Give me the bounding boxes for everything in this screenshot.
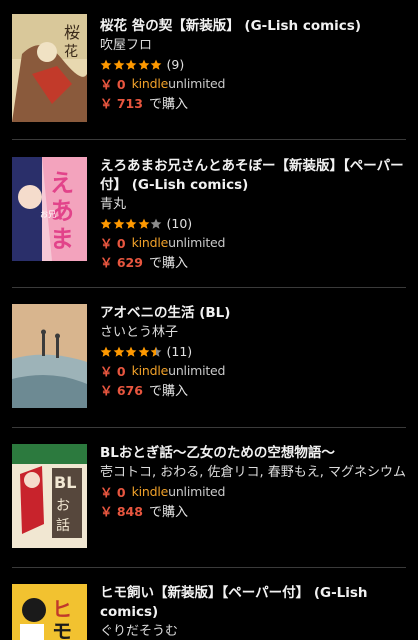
star-rating — [100, 346, 163, 358]
buy-price: ￥ 629 — [100, 255, 143, 270]
svg-text:BL: BL — [54, 473, 76, 492]
book-cover[interactable]: え あ ま お兄 — [12, 157, 87, 261]
svg-text:花: 花 — [64, 44, 78, 60]
book-author[interactable]: 壱コトコ, おわる, 佐倉リコ, 春野もえ, マグネシウム — [100, 463, 408, 482]
kindle-unlimited-logo: kindleunlimited — [132, 76, 226, 91]
ku-logo-unlimited: unlimited — [168, 484, 226, 499]
rating[interactable]: (11) — [100, 342, 408, 361]
book-list: 桜 花 桜花 咎の契【新装版】 (G-Lish comics) 吹屋フロ (9)… — [0, 0, 418, 640]
ku-logo-unlimited: unlimited — [168, 363, 226, 378]
star-icon — [113, 59, 124, 70]
star-icon — [138, 346, 149, 357]
ku-logo-kindle: kindle — [131, 363, 169, 378]
book-author[interactable]: 青丸 — [100, 195, 408, 214]
book-cover[interactable]: ヒ モ — [12, 584, 87, 640]
buy-label: で購入 — [148, 256, 188, 271]
svg-text:桜: 桜 — [64, 23, 80, 42]
star-icon — [138, 218, 149, 229]
list-item[interactable]: 桜 花 桜花 咎の契【新装版】 (G-Lish comics) 吹屋フロ (9)… — [0, 0, 418, 140]
kindle-unlimited-row[interactable]: ￥ 0 kindleunlimited — [100, 74, 408, 93]
kindle-unlimited-logo: kindleunlimited — [132, 363, 226, 378]
buy-label: で購入 — [148, 384, 188, 399]
star-icon — [125, 59, 137, 70]
star-icon — [113, 218, 124, 229]
buy-row[interactable]: ￥ 713 で購入 — [100, 93, 408, 112]
buy-row[interactable]: ￥ 629 で購入 — [100, 252, 408, 271]
book-cover[interactable]: 桜 花 — [12, 14, 87, 122]
book-title[interactable]: 桜花 咎の契【新装版】 (G-Lish comics) — [100, 17, 408, 36]
kindle-unlimited-row[interactable]: ￥ 0 kindleunlimited — [100, 233, 408, 252]
kindle-unlimited-row[interactable]: ￥ 0 kindleunlimited — [100, 482, 408, 501]
book-info: ヒモ飼い【新装版】【ペーパー付】 (G-Lish comics) ぐりだそうむ — [100, 584, 408, 640]
ku-price: ￥ 0 — [100, 236, 126, 251]
star-rating — [100, 218, 163, 230]
book-author[interactable]: ぐりだそうむ — [100, 622, 408, 640]
star-icon — [138, 59, 149, 70]
buy-row[interactable]: ￥ 848 で購入 — [100, 501, 408, 520]
list-item[interactable]: ヒ モ ヒモ飼い【新装版】【ペーパー付】 (G-Lish comics) ぐりだ… — [0, 568, 418, 640]
ku-price: ￥ 0 — [100, 77, 126, 92]
star-icon — [113, 346, 124, 357]
star-icon — [100, 59, 112, 70]
book-cover[interactable]: BL お 話 — [12, 444, 87, 548]
star-icon — [150, 59, 162, 70]
star-icon — [125, 346, 137, 357]
kindle-unlimited-row[interactable]: ￥ 0 kindleunlimited — [100, 361, 408, 380]
rating[interactable]: (10) — [100, 214, 408, 233]
star-icon — [125, 218, 137, 229]
book-info: BLおとぎ話～乙女のための空想物語～ 壱コトコ, おわる, 佐倉リコ, 春野もえ… — [100, 444, 408, 520]
book-info: アオベニの生活 (BL) さいとう林子 (11) ￥ 0 kindleunlim… — [100, 304, 408, 399]
book-info: えろあまお兄さんとあそぼー【新装版】【ペーパー付】 (G-Lish comics… — [100, 157, 408, 271]
ku-logo-kindle: kindle — [131, 235, 169, 250]
review-count: (11) — [166, 344, 193, 359]
svg-text:モ: モ — [52, 619, 72, 640]
buy-label: で購入 — [148, 97, 188, 112]
book-author[interactable]: さいとう林子 — [100, 323, 408, 342]
ku-logo-kindle: kindle — [131, 484, 169, 499]
review-count: (10) — [166, 216, 193, 231]
svg-text:え: え — [50, 169, 74, 197]
svg-text:ヒ: ヒ — [52, 597, 72, 621]
list-item[interactable]: BL お 話 BLおとぎ話～乙女のための空想物語～ 壱コトコ, おわる, 佐倉リ… — [0, 428, 418, 568]
rating[interactable]: (9) — [100, 55, 408, 74]
ku-logo-unlimited: unlimited — [168, 76, 226, 91]
ku-logo-kindle: kindle — [131, 76, 169, 91]
star-icon — [100, 218, 112, 229]
ku-logo-unlimited: unlimited — [168, 235, 226, 250]
buy-price: ￥ 676 — [100, 383, 143, 398]
kindle-unlimited-logo: kindleunlimited — [132, 235, 226, 250]
kindle-unlimited-logo: kindleunlimited — [132, 484, 226, 499]
svg-text:お兄: お兄 — [40, 210, 56, 219]
list-item[interactable]: アオベニの生活 (BL) さいとう林子 (11) ￥ 0 kindleunlim… — [0, 288, 418, 428]
book-author[interactable]: 吹屋フロ — [100, 36, 408, 55]
star-rating — [100, 59, 163, 71]
buy-row[interactable]: ￥ 676 で購入 — [100, 380, 408, 399]
book-title[interactable]: えろあまお兄さんとあそぼー【新装版】【ペーパー付】 (G-Lish comics… — [100, 157, 408, 195]
book-title[interactable]: アオベニの生活 (BL) — [100, 304, 408, 323]
ku-price: ￥ 0 — [100, 364, 126, 379]
review-count: (9) — [166, 57, 185, 72]
star-icon — [100, 346, 112, 357]
star-half-icon — [150, 346, 162, 357]
svg-text:話: 話 — [56, 517, 70, 534]
svg-text:お: お — [56, 498, 70, 514]
buy-price: ￥ 713 — [100, 96, 143, 111]
svg-text:ま: ま — [50, 225, 74, 253]
star-empty-icon — [150, 218, 162, 229]
book-cover[interactable] — [12, 304, 87, 408]
book-title[interactable]: BLおとぎ話～乙女のための空想物語～ — [100, 444, 408, 463]
buy-price: ￥ 848 — [100, 504, 143, 519]
buy-label: で購入 — [148, 505, 188, 520]
ku-price: ￥ 0 — [100, 485, 126, 500]
book-title[interactable]: ヒモ飼い【新装版】【ペーパー付】 (G-Lish comics) — [100, 584, 408, 622]
book-info: 桜花 咎の契【新装版】 (G-Lish comics) 吹屋フロ (9) ￥ 0… — [100, 17, 408, 112]
list-item[interactable]: え あ ま お兄 えろあまお兄さんとあそぼー【新装版】【ペーパー付】 (G-Li… — [0, 140, 418, 288]
